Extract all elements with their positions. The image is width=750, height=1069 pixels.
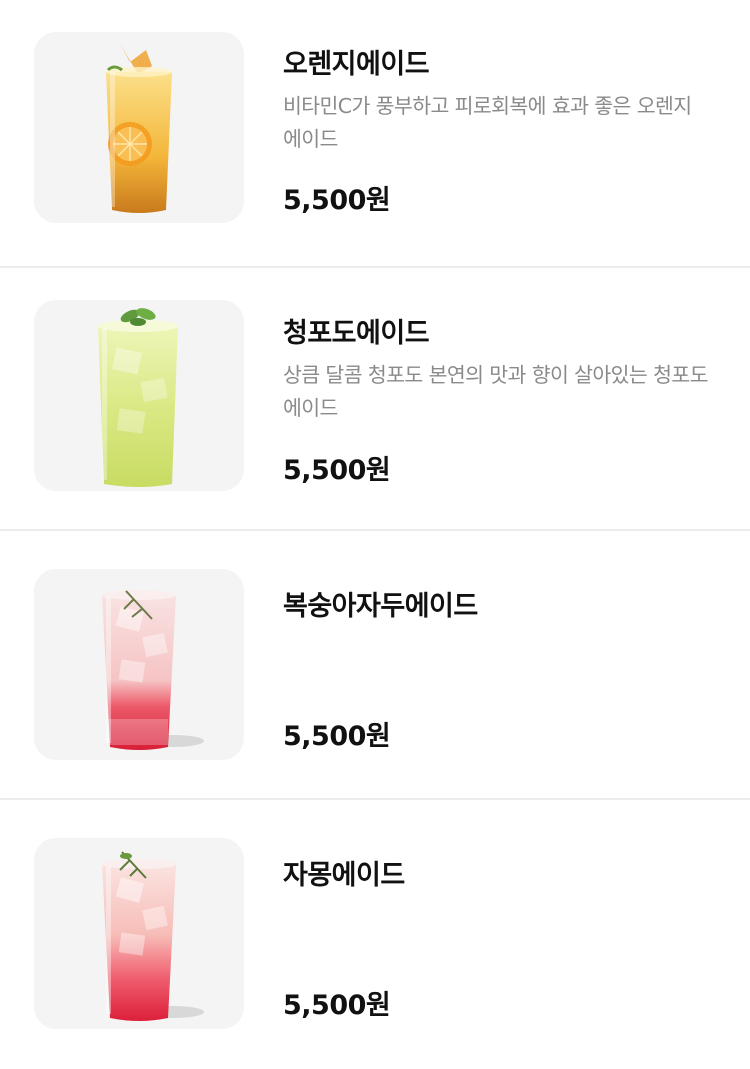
item-price: 5,500원	[283, 455, 391, 486]
menu-list: 오렌지에이드 비타민C가 풍부하고 피로회복에 효과 좋은 오렌지 에이드 5,…	[0, 0, 750, 1049]
item-name: 자몽에이드	[283, 860, 405, 891]
item-price: 5,500원	[283, 721, 391, 752]
menu-item-grapefruit-ade[interactable]: 자몽에이드 5,500원	[0, 801, 750, 1069]
peach-plum-ade-glass-icon	[102, 590, 204, 750]
peach-plum-ade-image	[34, 569, 244, 760]
menu-item-peach-plum-ade[interactable]: 복숭아자두에이드 5,500원	[0, 532, 750, 800]
green-grape-ade-image	[34, 300, 244, 491]
item-name: 오렌지에이드	[283, 49, 430, 80]
item-price: 5,500원	[283, 990, 391, 1021]
item-description: 상큼 달콤 청포도 본연의 맛과 향이 살아있는 청포도 에이드	[283, 363, 708, 420]
menu-item-orange-ade[interactable]: 오렌지에이드 비타민C가 풍부하고 피로회복에 효과 좋은 오렌지 에이드 5,…	[0, 0, 750, 268]
orange-ade-image	[34, 32, 244, 223]
item-name: 청포도에이드	[283, 318, 430, 349]
item-description: 비타민C가 풍부하고 피로회복에 효과 좋은 오렌지 에이드	[283, 94, 692, 151]
grapefruit-ade-image	[34, 838, 244, 1029]
grapefruit-ade-glass-icon	[102, 851, 204, 1021]
green-grape-ade-glass-icon	[98, 308, 178, 487]
item-name: 복숭아자두에이드	[283, 591, 478, 622]
orange-ade-glass-icon	[106, 44, 172, 213]
item-price: 5,500원	[283, 185, 391, 216]
menu-item-green-grape-ade[interactable]: 청포도에이드 상큼 달콤 청포도 본연의 맛과 향이 살아있는 청포도 에이드 …	[0, 263, 750, 531]
